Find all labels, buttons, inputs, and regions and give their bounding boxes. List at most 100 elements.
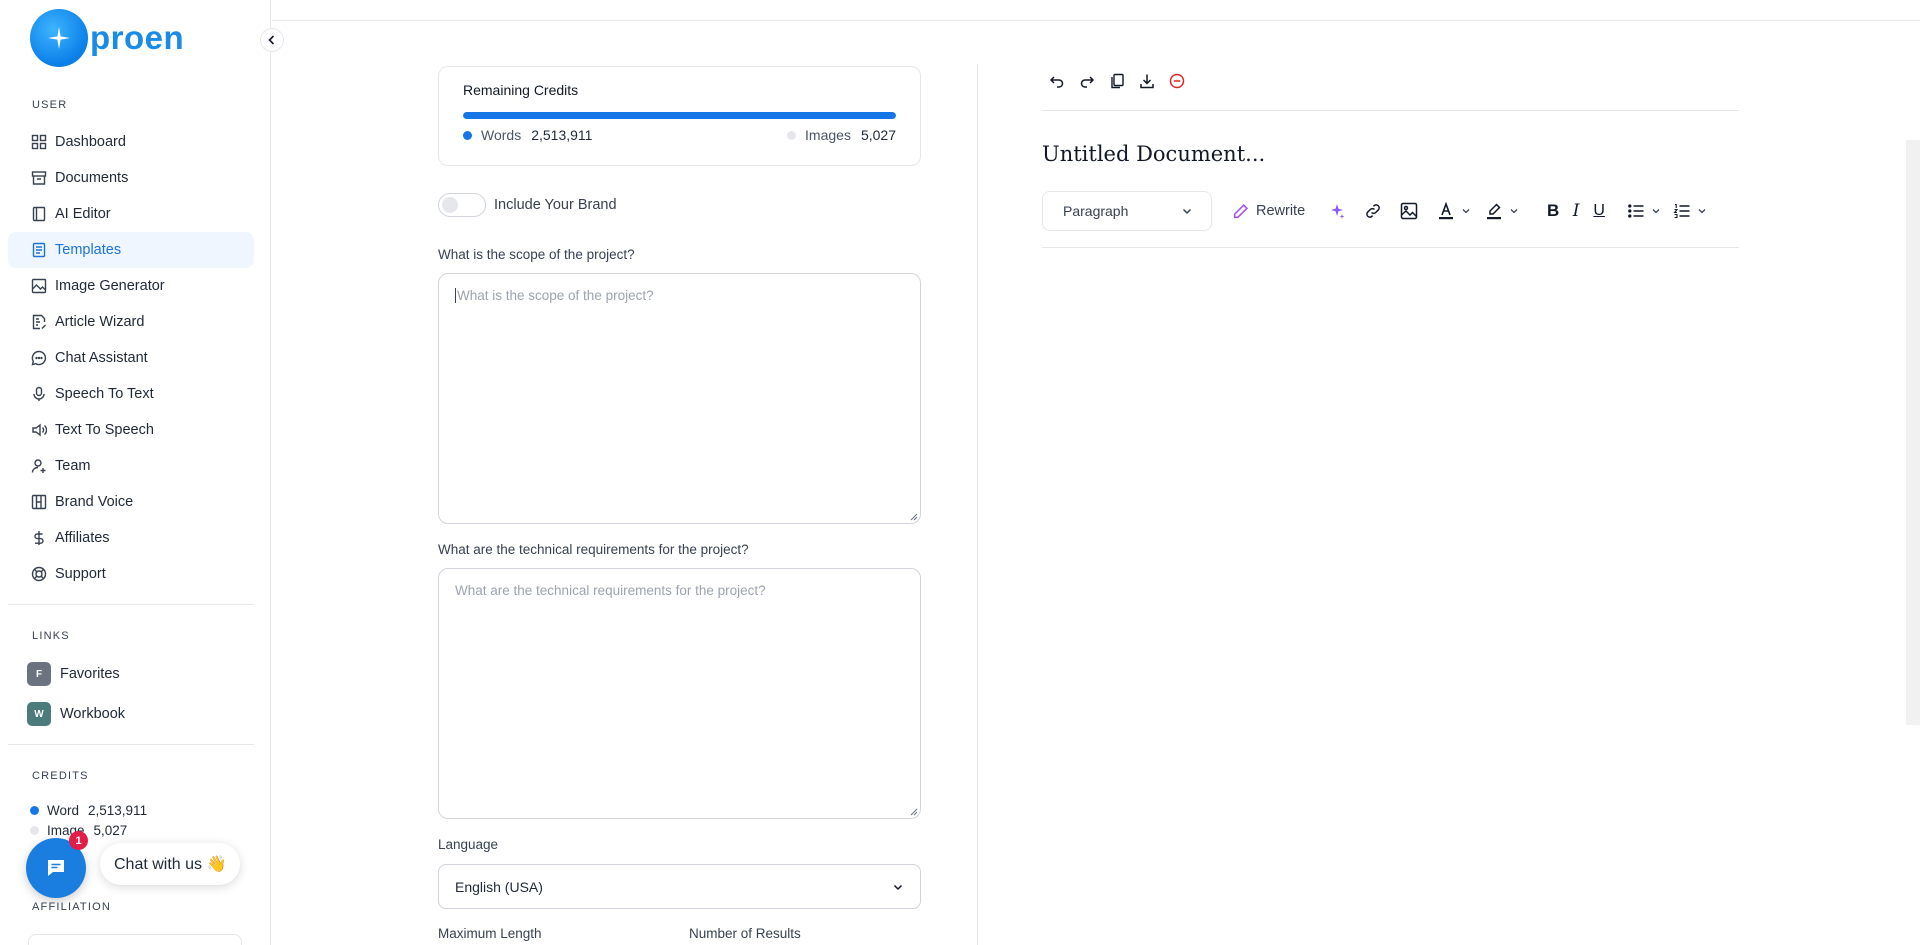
download-icon xyxy=(1140,74,1154,89)
scope-textarea[interactable]: What is the scope of the project? xyxy=(438,273,921,524)
language-value: English (USA) xyxy=(455,878,543,895)
speaker-icon xyxy=(30,421,48,439)
sidebar-item-label: Article Wizard xyxy=(55,314,145,330)
words-label: Words xyxy=(481,127,522,143)
italic-button[interactable]: I xyxy=(1569,196,1583,226)
dashboard-icon xyxy=(30,133,48,151)
archive-icon xyxy=(30,169,48,187)
dollar-icon xyxy=(30,529,48,547)
document-title[interactable]: Untitled Document... xyxy=(1042,142,1265,166)
word-dot xyxy=(30,806,39,815)
pencil-icon xyxy=(1233,203,1249,218)
sidebar-item-label: Team xyxy=(55,458,91,474)
sidebar-item-label: Text To Speech xyxy=(55,422,154,438)
sidebar-item-label: Chat Assistant xyxy=(55,350,148,366)
sidebar-item-image-generator[interactable]: Image Generator xyxy=(8,268,254,304)
workbook-badge: W xyxy=(27,702,51,726)
max-length-label: Maximum Length xyxy=(438,926,542,941)
sidebar-item-text-to-speech[interactable]: Text To Speech xyxy=(8,412,254,448)
sidebar-item-label: Documents xyxy=(55,170,129,186)
ai-sparkle-button[interactable] xyxy=(1327,196,1347,226)
link-icon xyxy=(1366,204,1380,218)
message-circle-icon xyxy=(30,349,48,367)
copy-button[interactable] xyxy=(1102,66,1132,96)
sidebar-item-chat-assistant[interactable]: Chat Assistant xyxy=(8,340,254,376)
sidebar: proen USER Dashboard Documents AI Editor… xyxy=(0,0,271,945)
minus-circle-icon xyxy=(1169,73,1185,89)
redo-button[interactable] xyxy=(1072,66,1102,96)
notebook-icon xyxy=(30,205,48,223)
chat-with-us-label[interactable]: Chat with us 👋 xyxy=(100,843,241,885)
credit-label: Word xyxy=(47,803,80,818)
links-section-title: LINKS xyxy=(32,630,70,642)
tech-requirements-textarea[interactable]: What are the technical requirements for … xyxy=(438,568,921,819)
copy-icon xyxy=(1111,73,1124,89)
credits-section-title: CREDITS xyxy=(32,770,89,782)
language-label: Language xyxy=(438,837,499,852)
link-button[interactable] xyxy=(1363,196,1383,226)
credits-progress-bar xyxy=(463,112,896,119)
link-workbook[interactable]: W Workbook xyxy=(27,702,125,726)
chevron-down-icon xyxy=(1510,209,1518,214)
bullet-list-button[interactable] xyxy=(1627,196,1661,226)
sidebar-item-label: AI Editor xyxy=(55,206,111,222)
delete-button[interactable] xyxy=(1162,66,1192,96)
link-label: Favorites xyxy=(60,666,120,682)
chevron-down-icon xyxy=(893,884,903,890)
words-legend: Words 2,513,911 xyxy=(463,127,592,143)
underline-button[interactable]: U xyxy=(1591,196,1607,226)
sidebar-item-dashboard[interactable]: Dashboard xyxy=(8,124,254,160)
lifebuoy-icon xyxy=(30,565,48,583)
bullet-list-icon xyxy=(1628,204,1644,218)
bold-button[interactable]: B xyxy=(1545,196,1561,226)
link-label: Workbook xyxy=(60,706,126,722)
images-value: 5,027 xyxy=(860,127,896,143)
language-select[interactable]: English (USA) xyxy=(438,864,921,909)
redo-icon xyxy=(1080,76,1095,88)
chevron-left-icon xyxy=(268,35,275,45)
sidebar-item-label: Templates xyxy=(55,242,122,258)
sidebar-item-affiliates[interactable]: Affiliates xyxy=(8,520,254,556)
num-results-label: Number of Results xyxy=(689,926,801,941)
sidebar-item-article-wizard[interactable]: Article Wizard xyxy=(8,304,254,340)
sidebar-item-documents[interactable]: Documents xyxy=(8,160,254,196)
sidebar-item-label: Support xyxy=(55,566,106,582)
image-dot xyxy=(30,826,39,835)
sidebar-item-label: Image Generator xyxy=(55,278,165,294)
paragraph-select[interactable]: Paragraph xyxy=(1042,191,1212,231)
credit-value: 5,027 xyxy=(93,823,128,838)
sidebar-item-ai-editor[interactable]: AI Editor xyxy=(8,196,254,232)
sidebar-item-brand-voice[interactable]: Brand Voice xyxy=(8,484,254,520)
sparkle-icon xyxy=(1331,204,1345,219)
undo-icon xyxy=(1049,76,1064,88)
ordered-list-button[interactable] xyxy=(1673,196,1707,226)
editor-scrollbar[interactable] xyxy=(1906,140,1920,725)
text-color-button[interactable] xyxy=(1437,196,1471,226)
words-value: 2,513,911 xyxy=(531,127,593,143)
tech-label: What are the technical requirements for … xyxy=(438,542,749,557)
insert-image-button[interactable] xyxy=(1399,196,1419,226)
sidebar-divider xyxy=(8,604,254,605)
image-icon xyxy=(30,277,48,295)
undo-button[interactable] xyxy=(1042,66,1072,96)
link-favorites[interactable]: F Favorites xyxy=(27,662,120,686)
panel-divider xyxy=(977,64,978,945)
file-text-icon xyxy=(30,241,48,259)
chevron-down-icon xyxy=(1652,209,1660,214)
sidebar-item-templates[interactable]: Templates xyxy=(8,232,254,268)
logo[interactable]: proen xyxy=(30,9,184,67)
formatting-toolbar: Paragraph Rewrite B I U xyxy=(1042,191,1707,231)
images-label: Images xyxy=(805,127,851,143)
sidebar-item-speech-to-text[interactable]: Speech To Text xyxy=(8,376,254,412)
sidebar-item-team[interactable]: Team xyxy=(8,448,254,484)
microphone-icon xyxy=(30,385,48,403)
collapse-sidebar-button[interactable] xyxy=(260,28,284,52)
sidebar-item-support[interactable]: Support xyxy=(8,556,254,592)
topbar-divider xyxy=(272,20,1920,21)
highlight-button[interactable] xyxy=(1485,196,1519,226)
rewrite-button[interactable]: Rewrite xyxy=(1232,203,1305,220)
affiliation-section-title: AFFILIATION xyxy=(32,901,112,913)
download-button[interactable] xyxy=(1132,66,1162,96)
include-brand-toggle[interactable] xyxy=(438,193,486,217)
sidebar-nav: Dashboard Documents AI Editor Templates … xyxy=(8,124,254,592)
